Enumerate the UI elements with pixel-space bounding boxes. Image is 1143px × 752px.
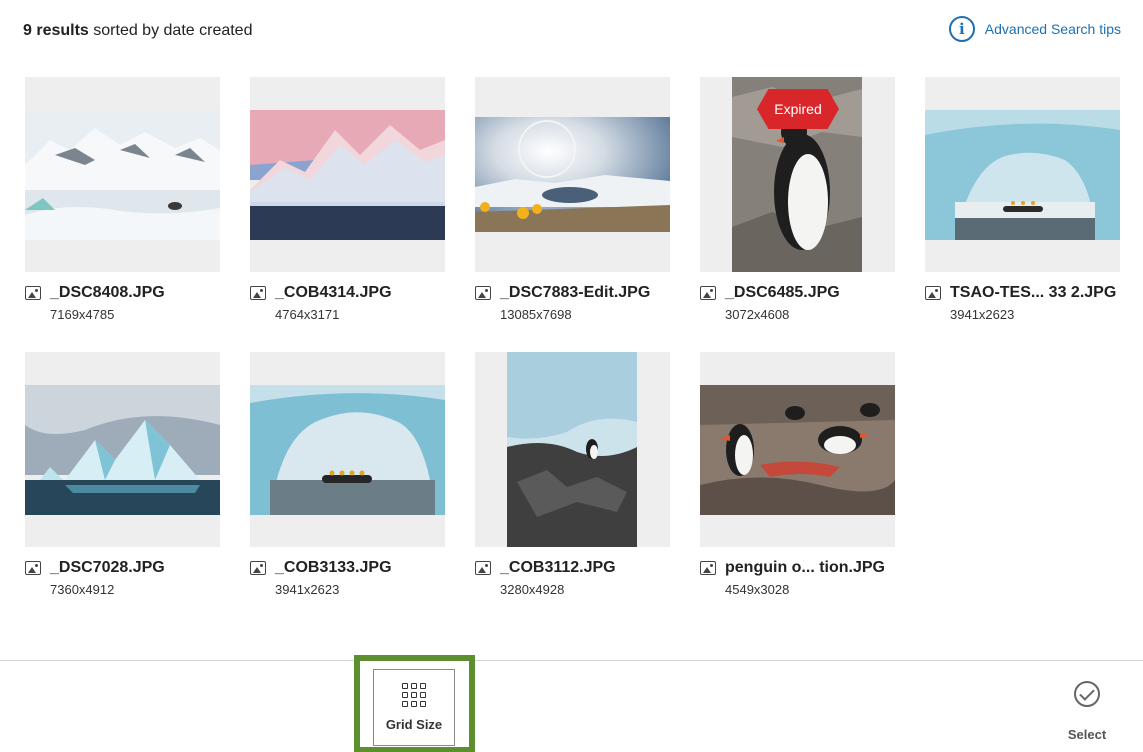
asset-filename: _COB4314.JPG — [275, 284, 392, 301]
asset-dimensions: 13085x7698 — [500, 307, 572, 322]
results-summary: 9 results sorted by date created — [23, 22, 252, 40]
image-file-icon — [925, 286, 941, 300]
grid-size-label: Grid Size — [385, 717, 443, 732]
image-file-icon — [475, 561, 491, 575]
select-button[interactable]: Select — [1060, 681, 1114, 742]
advanced-search-tips-label: Advanced Search tips — [984, 21, 1121, 37]
asset-dimensions: 4764x3171 — [275, 307, 340, 322]
asset-card[interactable]: Expired _DSC6485.JPG 3072x4608 — [700, 77, 895, 322]
asset-image — [700, 385, 895, 515]
asset-image — [507, 352, 637, 547]
asset-image — [925, 110, 1120, 240]
results-count: 9 results — [23, 22, 89, 39]
advanced-search-tips-link[interactable]: i Advanced Search tips — [948, 16, 1121, 42]
asset-thumbnail[interactable] — [25, 77, 220, 272]
asset-name-row: _COB3112.JPG — [475, 558, 670, 578]
image-file-icon — [250, 561, 266, 575]
asset-name-row: _DSC8408.JPG — [25, 283, 220, 303]
asset-dimensions: 3941x2623 — [950, 307, 1015, 322]
asset-filename: _DSC6485.JPG — [725, 284, 840, 301]
image-file-icon — [700, 561, 716, 575]
asset-filename: _COB3133.JPG — [275, 559, 392, 576]
grid-size-button[interactable]: Grid Size — [373, 669, 455, 746]
asset-thumbnail[interactable]: Expired — [700, 77, 895, 272]
results-sort-text: sorted by date created — [93, 22, 253, 39]
asset-thumbnail[interactable] — [925, 77, 1120, 272]
asset-image — [250, 385, 445, 515]
asset-image — [25, 110, 220, 240]
asset-dimensions: 3941x2623 — [275, 582, 340, 597]
asset-thumbnail[interactable] — [475, 352, 670, 547]
asset-filename: _DSC8408.JPG — [50, 284, 165, 301]
image-file-icon — [475, 286, 491, 300]
asset-card[interactable]: _DSC7883-Edit.JPG 13085x7698 — [475, 77, 670, 322]
asset-dimensions: 3280x4928 — [500, 582, 565, 597]
image-file-icon — [700, 286, 716, 300]
asset-filename: _DSC7883-Edit.JPG — [500, 284, 651, 301]
asset-card[interactable]: TSAO-TES... 33 2.JPG 3941x2623 — [925, 77, 1120, 322]
asset-name-row: _DSC7028.JPG — [25, 558, 220, 578]
asset-thumbnail[interactable] — [700, 352, 895, 547]
asset-dimensions: 7169x4785 — [50, 307, 115, 322]
asset-name-row: _DSC6485.JPG — [700, 283, 895, 303]
asset-image — [25, 385, 220, 515]
asset-image — [475, 117, 670, 232]
asset-filename: TSAO-TES... 33 2.JPG — [950, 284, 1117, 301]
asset-card[interactable]: _COB3112.JPG 3280x4928 — [475, 352, 670, 597]
asset-card[interactable]: _COB4314.JPG 4764x3171 — [250, 77, 445, 322]
asset-results-view: 9 results sorted by date created i Advan… — [0, 0, 1143, 752]
image-file-icon — [250, 286, 266, 300]
asset-card[interactable]: _DSC7028.JPG 7360x4912 — [25, 352, 220, 597]
asset-name-row: _DSC7883-Edit.JPG — [475, 283, 670, 303]
asset-card[interactable]: penguin o... tion.JPG 4549x3028 — [700, 352, 895, 597]
asset-thumbnail[interactable] — [250, 77, 445, 272]
asset-name-row: TSAO-TES... 33 2.JPG — [925, 283, 1120, 303]
asset-filename: _DSC7028.JPG — [50, 559, 165, 576]
image-file-icon — [25, 561, 41, 575]
asset-name-row: penguin o... tion.JPG — [700, 558, 895, 578]
asset-dimensions: 4549x3028 — [725, 582, 790, 597]
asset-filename: _COB3112.JPG — [500, 559, 616, 576]
check-circle-icon — [1074, 681, 1100, 707]
asset-thumbnail[interactable] — [250, 352, 445, 547]
asset-name-row: _COB4314.JPG — [250, 283, 445, 303]
asset-filename: penguin o... tion.JPG — [725, 559, 885, 576]
asset-thumbnail[interactable] — [25, 352, 220, 547]
asset-image — [250, 110, 445, 240]
bottom-toolbar: Grid Size Select — [0, 655, 1143, 752]
asset-name-row: _COB3133.JPG — [250, 558, 445, 578]
grid-icon — [402, 683, 426, 707]
image-file-icon — [25, 286, 41, 300]
select-label: Select — [1067, 727, 1107, 742]
asset-card[interactable]: _DSC8408.JPG 7169x4785 — [25, 77, 220, 322]
asset-dimensions: 3072x4608 — [725, 307, 790, 322]
asset-card[interactable]: _COB3133.JPG 3941x2623 — [250, 352, 445, 597]
asset-thumbnail[interactable] — [475, 77, 670, 272]
asset-dimensions: 7360x4912 — [50, 582, 115, 597]
expired-badge: Expired — [757, 89, 839, 129]
info-icon: i — [948, 16, 975, 42]
